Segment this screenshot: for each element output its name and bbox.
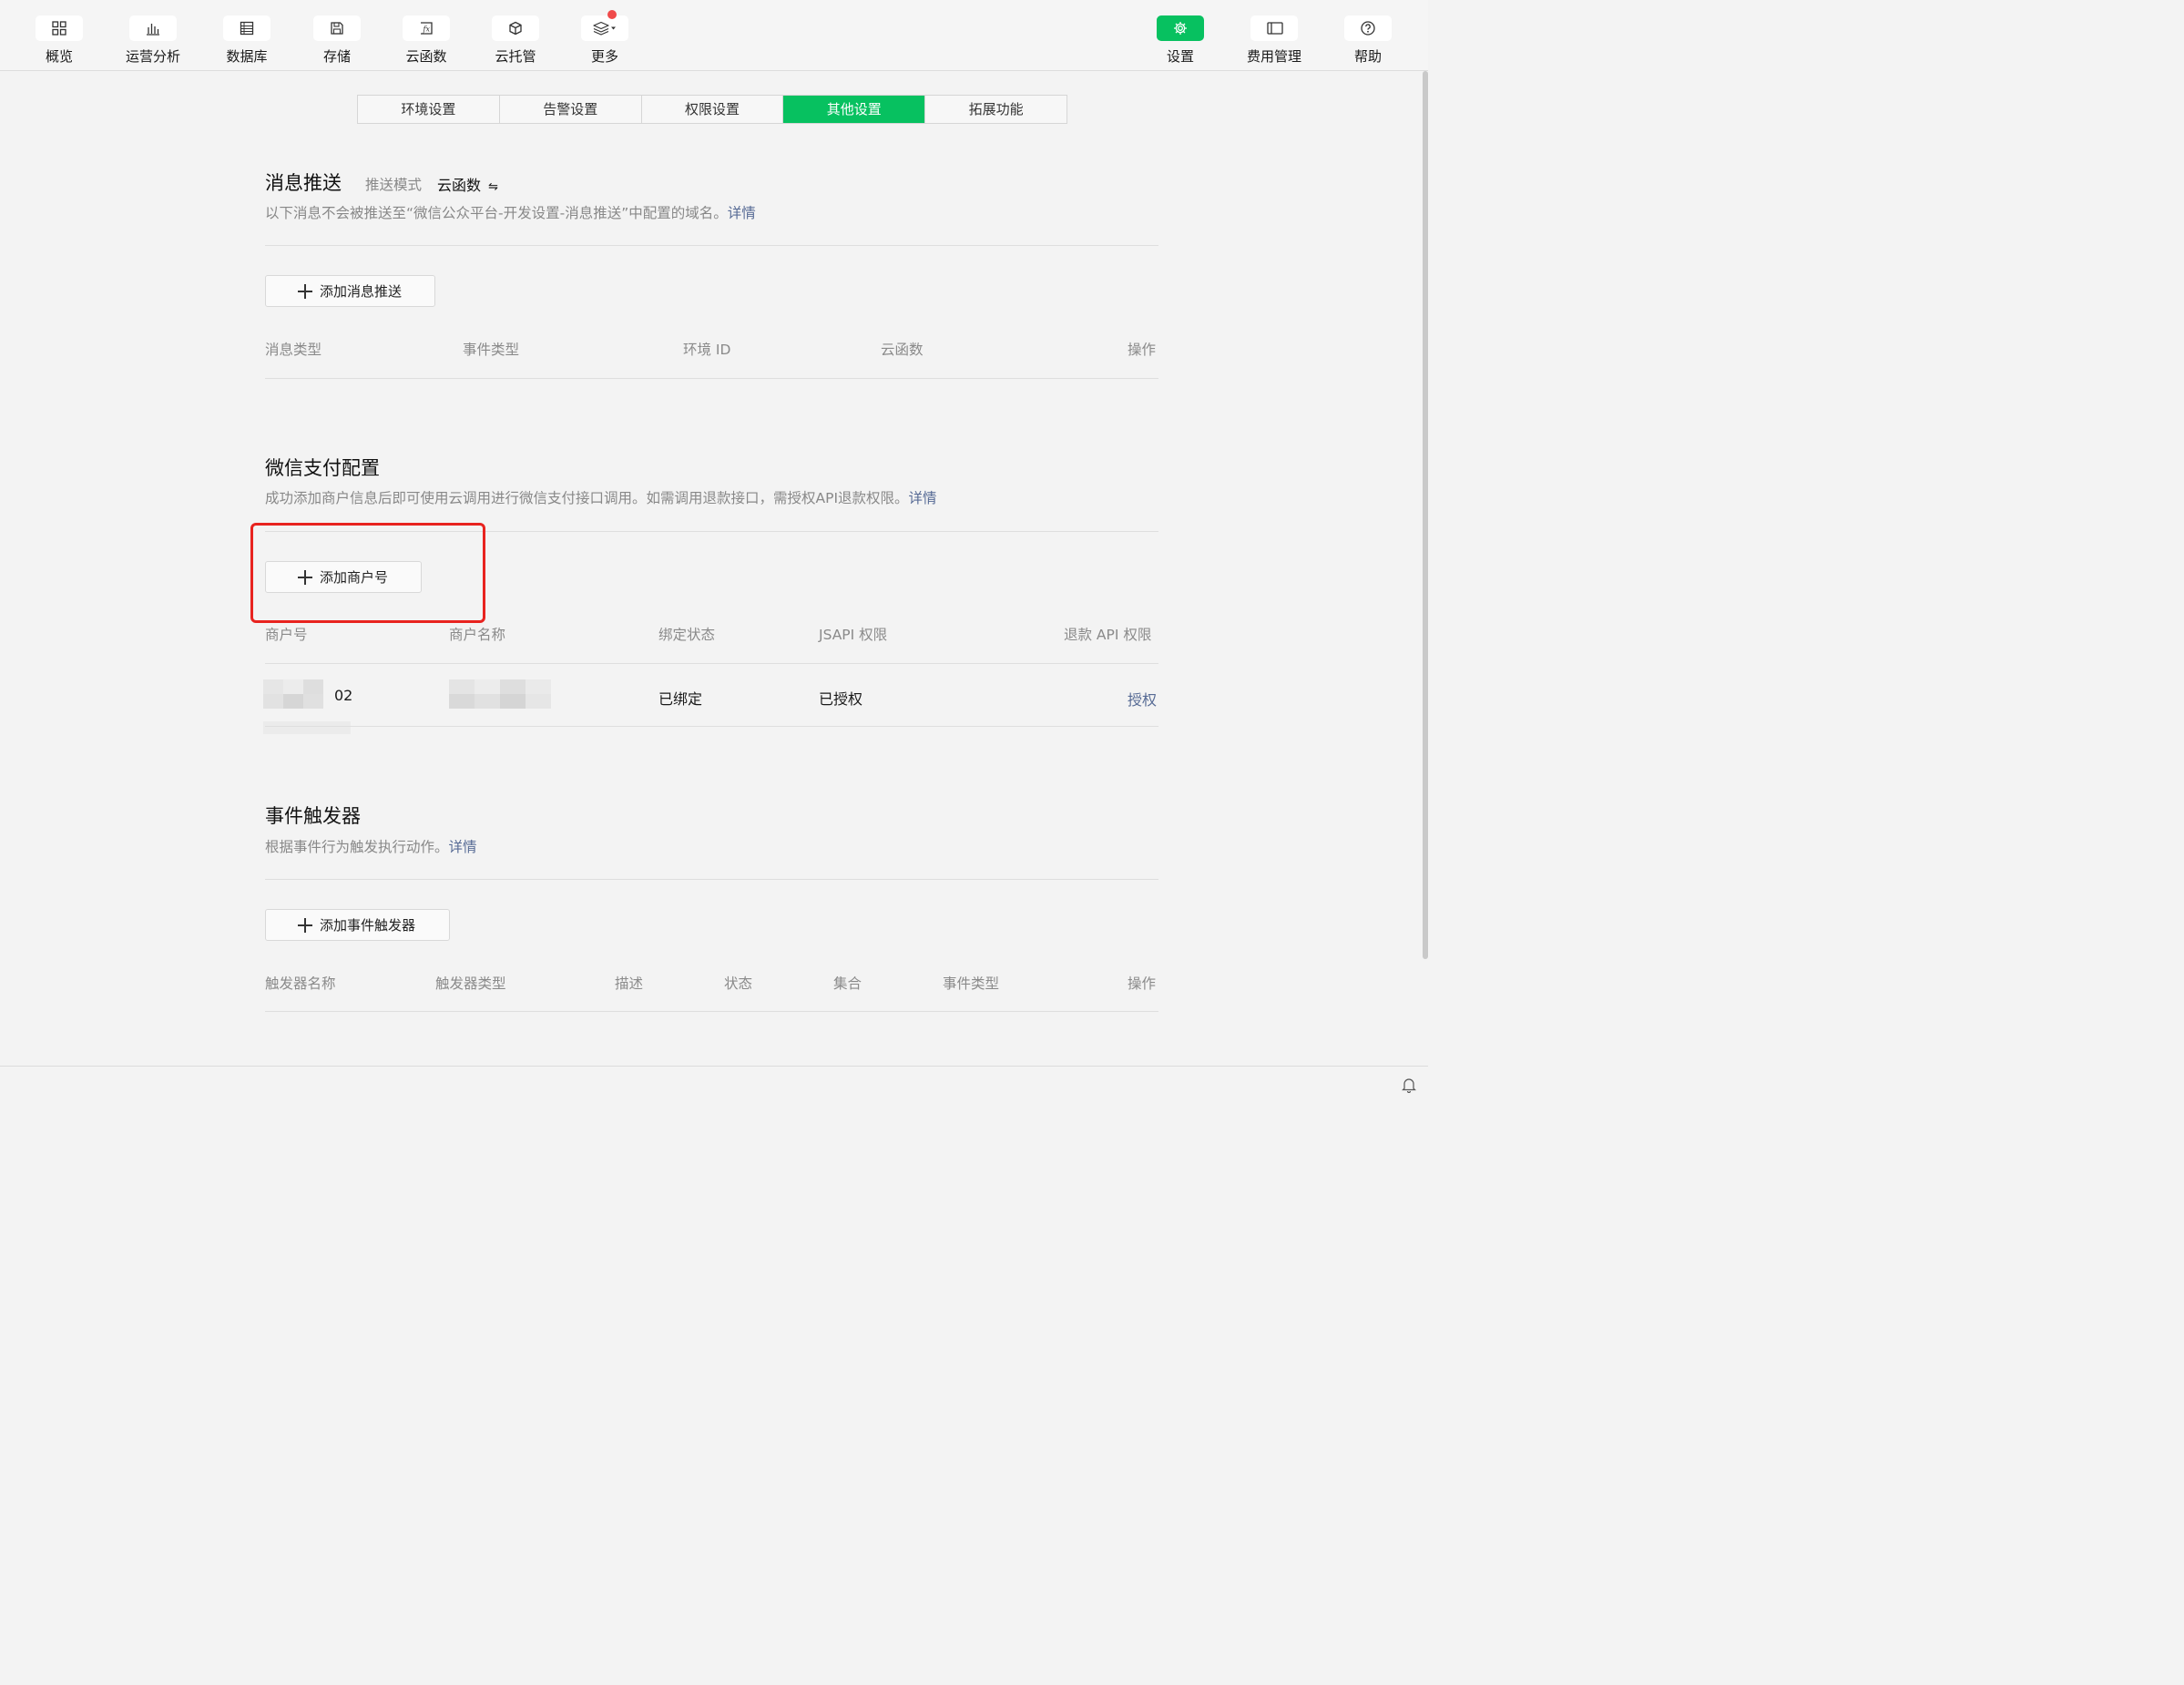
column-header: 操作 <box>1128 342 1157 358</box>
authorize-refund-link[interactable]: 授权 <box>1128 688 1157 710</box>
divider <box>265 879 1158 880</box>
column-header: 操作 <box>1128 975 1157 992</box>
column-header: 退款 API 权限 <box>1064 627 1152 643</box>
divider <box>265 663 1158 664</box>
wechat-pay-description: 成功添加商户信息后即可使用云调用进行微信支付接口调用。如需调用退款接口，需授权A… <box>265 487 937 507</box>
divider <box>265 726 1158 727</box>
plus-icon <box>298 918 312 933</box>
add-message-push-button[interactable]: 添加消息推送 <box>265 275 435 307</box>
svg-text:fx: fx <box>423 26 431 34</box>
button-label: 添加消息推送 <box>320 283 403 300</box>
tab-environment[interactable]: 环境设置 <box>358 96 500 123</box>
message-push-title: 消息推送 <box>265 172 342 194</box>
column-header: 描述 <box>615 975 644 992</box>
button-label: 添加事件触发器 <box>320 917 416 934</box>
column-header: 触发器类型 <box>435 975 506 992</box>
tab-permissions[interactable]: 权限设置 <box>642 96 784 123</box>
divider <box>265 378 1158 379</box>
bind-status: 已绑定 <box>658 690 703 708</box>
description-text: 以下消息不会被推送至“微信公众平台-开发设置-消息推送”中配置的域名。 <box>265 205 728 221</box>
toolbar-label: 存储 <box>322 48 351 65</box>
billing-icon <box>1250 15 1298 41</box>
message-push-detail-link[interactable]: 详情 <box>728 205 756 221</box>
settings-tabs: 环境设置 告警设置 权限设置 其他设置 拓展功能 <box>357 95 1067 124</box>
bottom-status-bar <box>0 1066 1428 1102</box>
highlight-annotation-box <box>250 523 485 623</box>
bar-chart-icon <box>129 15 177 41</box>
description-text: 成功添加商户信息后即可使用云调用进行微信支付接口调用。如需调用退款接口，需授权A… <box>265 490 909 506</box>
toolbar-label: 云函数 <box>405 48 447 65</box>
event-trigger-title: 事件触发器 <box>265 805 361 827</box>
toolbar-label: 云托管 <box>495 48 536 65</box>
toolbar-label: 更多 <box>590 48 618 65</box>
push-mode-label: 推送模式 <box>365 177 423 193</box>
toolbar-item-analytics[interactable]: 运营分析 <box>112 15 194 66</box>
column-header: 消息类型 <box>265 342 322 358</box>
layers-dropdown-icon <box>581 10 628 41</box>
tab-alerts[interactable]: 告警设置 <box>500 96 642 123</box>
add-event-trigger-button[interactable]: 添加事件触发器 <box>265 909 450 941</box>
jsapi-status: 已授权 <box>819 690 863 708</box>
toolbar-item-database[interactable]: 数据库 <box>206 15 288 66</box>
storage-icon <box>313 15 361 41</box>
column-header: 商户名称 <box>449 627 506 643</box>
toolbar-label: 运营分析 <box>125 48 180 65</box>
wechat-pay-title: 微信支付配置 <box>265 457 380 479</box>
column-header: 商户号 <box>265 627 308 643</box>
column-header: 集合 <box>833 975 862 992</box>
toolbar-label: 费用管理 <box>1246 48 1301 65</box>
push-mode-switch[interactable]: 云函数 ⇋ <box>437 173 498 195</box>
top-toolbar: 概览 运营分析 数据库 存储 fx 云函数 云托管 更多 设置 费用管理 帮助 <box>0 0 1428 71</box>
toolbar-label: 数据库 <box>226 48 268 65</box>
toolbar-label: 概览 <box>45 48 73 65</box>
push-mode-value: 云函数 <box>437 177 482 194</box>
merchant-id-suffix: 02 <box>334 687 353 704</box>
divider <box>265 1011 1158 1012</box>
column-header: 事件类型 <box>943 975 1000 992</box>
column-header: 事件类型 <box>463 342 520 358</box>
tab-extensions[interactable]: 拓展功能 <box>925 96 1066 123</box>
bell-icon[interactable] <box>1402 1077 1416 1097</box>
gear-icon <box>1157 15 1204 41</box>
message-push-description: 以下消息不会被推送至“微信公众平台-开发设置-消息推送”中配置的域名。详情 <box>265 202 756 222</box>
notification-dot <box>607 10 617 19</box>
description-text: 根据事件行为触发执行动作。 <box>265 839 449 855</box>
toolbar-item-settings[interactable]: 设置 <box>1139 15 1221 66</box>
column-header: 环境 ID <box>683 342 731 358</box>
column-header: 云函数 <box>881 342 924 358</box>
overview-grid-icon <box>36 15 83 41</box>
column-header: 状态 <box>724 975 753 992</box>
toolbar-item-storage[interactable]: 存储 <box>296 15 378 66</box>
toolbar-item-functions[interactable]: fx 云函数 <box>385 15 467 66</box>
toolbar-label: 设置 <box>1166 48 1194 65</box>
toolbar-item-cloud-hosting[interactable]: 云托管 <box>475 15 556 66</box>
toolbar-item-help[interactable]: 帮助 <box>1327 15 1409 66</box>
toolbar-item-billing[interactable]: 费用管理 <box>1233 15 1315 66</box>
switch-arrows-icon: ⇋ <box>488 180 499 194</box>
help-icon <box>1344 15 1392 41</box>
toolbar-item-overview[interactable]: 概览 <box>18 15 100 66</box>
redacted-merchant-name <box>449 679 551 709</box>
tab-other-settings[interactable]: 其他设置 <box>783 96 926 123</box>
event-trigger-detail-link[interactable]: 详情 <box>449 839 477 855</box>
event-trigger-description: 根据事件行为触发执行动作。详情 <box>265 836 477 856</box>
vertical-scrollbar[interactable] <box>1423 71 1428 959</box>
wechat-pay-detail-link[interactable]: 详情 <box>909 490 937 506</box>
database-icon <box>223 15 270 41</box>
cube-icon <box>492 15 539 41</box>
function-icon: fx <box>403 15 450 41</box>
column-header: 绑定状态 <box>658 627 716 643</box>
toolbar-label: 帮助 <box>1353 48 1382 65</box>
plus-icon <box>298 284 312 299</box>
column-header: 触发器名称 <box>265 975 336 992</box>
toolbar-item-more[interactable]: 更多 <box>564 10 646 66</box>
divider <box>265 245 1158 246</box>
column-header: JSAPI 权限 <box>819 627 888 643</box>
